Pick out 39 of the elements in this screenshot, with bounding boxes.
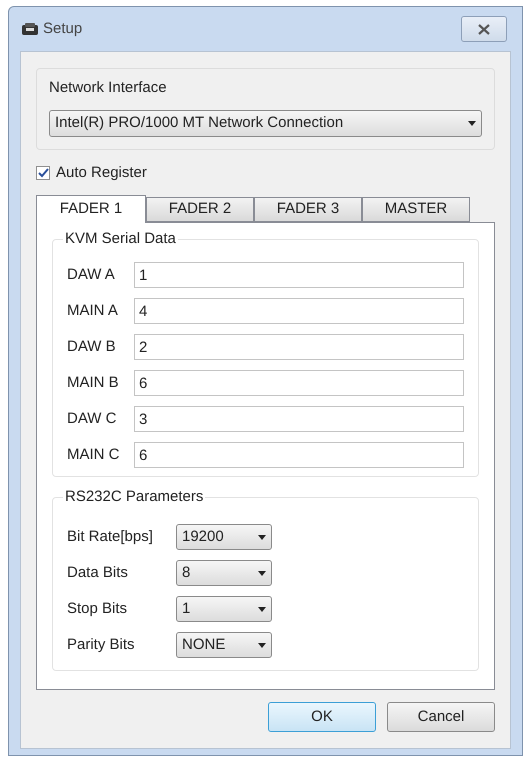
field-label: DAW C <box>67 408 118 429</box>
field-label: Data Bits <box>67 562 129 583</box>
input-field[interactable]: 2 <box>134 334 464 360</box>
caret-icon <box>258 570 266 576</box>
tab[interactable]: MASTER <box>362 197 470 222</box>
group-title: Network Interface <box>49 78 168 98</box>
dropdown[interactable]: NONE <box>176 632 272 658</box>
close-button[interactable] <box>461 16 507 42</box>
app-icon <box>21 22 39 36</box>
caret-icon <box>258 642 266 648</box>
input-field[interactable]: 6 <box>134 442 464 468</box>
caret-icon <box>258 534 266 540</box>
auto-register-label: Auto Register <box>56 162 147 182</box>
field-label: MAIN A <box>67 300 119 321</box>
network-interface-dropdown[interactable]: Intel(R) PRO/1000 MT Network Connection <box>49 110 482 136</box>
tab[interactable]: FADER 3 <box>254 197 362 222</box>
close-icon <box>478 24 490 34</box>
input-field[interactable]: 6 <box>134 370 464 396</box>
input-field[interactable]: 3 <box>134 406 464 432</box>
input-field[interactable]: 1 <box>134 262 464 288</box>
field-label: DAW A <box>67 264 116 285</box>
caret-icon <box>258 606 266 612</box>
field-label: Stop Bits <box>67 598 128 619</box>
tab[interactable]: FADER 2 <box>146 197 254 222</box>
dropdown[interactable]: 19200 <box>176 524 272 550</box>
input-field[interactable]: 4 <box>134 298 464 324</box>
caret-icon <box>468 120 476 126</box>
dialog-button[interactable]: OK <box>268 702 376 732</box>
field-label: Parity Bits <box>67 634 136 655</box>
dialog-button[interactable]: Cancel <box>387 702 495 732</box>
auto-register-checkbox[interactable] <box>36 166 50 180</box>
dropdown[interactable]: 8 <box>176 560 272 586</box>
tab[interactable]: FADER 1 <box>36 195 146 223</box>
window-title: Setup <box>43 18 82 39</box>
field-label: MAIN B <box>67 372 120 393</box>
dropdown[interactable]: 1 <box>176 596 272 622</box>
field-label: MAIN C <box>67 444 120 465</box>
field-label: DAW B <box>67 336 117 357</box>
field-label: Bit Rate[bps] <box>67 526 154 547</box>
